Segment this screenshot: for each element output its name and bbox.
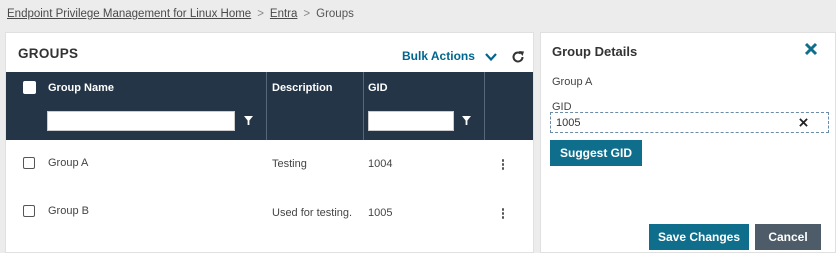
breadcrumb-separator: > — [257, 8, 264, 20]
breadcrumb-home-link[interactable]: Endpoint Privilege Management for Linux … — [7, 8, 251, 20]
breadcrumb-current: Groups — [316, 8, 354, 20]
kebab-icon[interactable] — [501, 208, 505, 220]
row-checkbox[interactable] — [23, 205, 35, 217]
clear-icon[interactable] — [799, 118, 808, 127]
groups-panel: GROUPS Bulk Actions Group Name Descripti… — [5, 32, 534, 253]
cancel-button[interactable]: Cancel — [755, 224, 821, 250]
gid-input[interactable] — [550, 112, 829, 133]
filter-icon[interactable] — [244, 116, 253, 125]
column-header-group-name[interactable]: Group Name — [48, 82, 114, 94]
column-divider — [484, 72, 485, 140]
column-divider — [266, 72, 267, 140]
breadcrumb-separator: > — [303, 8, 311, 20]
group-name-cell: Group A — [48, 157, 89, 169]
gid-cell: 1005 — [368, 207, 393, 219]
kebab-icon[interactable] — [501, 159, 505, 171]
select-all-checkbox[interactable] — [23, 81, 36, 94]
group-name-value: Group A — [552, 76, 593, 88]
page-title: GROUPS — [18, 46, 79, 61]
description-cell: Used for testing. — [272, 207, 353, 219]
close-icon[interactable] — [804, 42, 818, 56]
save-changes-button[interactable]: Save Changes — [649, 224, 749, 250]
chevron-down-icon[interactable] — [485, 52, 497, 62]
breadcrumb: Endpoint Privilege Management for Linux … — [7, 8, 354, 20]
gid-cell: 1004 — [368, 158, 393, 170]
row-checkbox[interactable] — [23, 157, 35, 169]
group-name-cell: Group B — [48, 205, 89, 217]
column-header-gid[interactable]: GID — [368, 82, 388, 94]
suggest-gid-button[interactable]: Suggest GID — [550, 140, 642, 166]
description-cell: Testing — [272, 158, 307, 170]
details-title: Group Details — [552, 44, 638, 59]
group-details-panel: Group Details Group A GID Suggest GID Sa… — [540, 32, 836, 253]
bulk-actions-button[interactable]: Bulk Actions — [402, 49, 475, 63]
table-row[interactable]: Group A Testing 1004 — [6, 140, 533, 188]
breadcrumb-entra-link[interactable]: Entra — [270, 8, 298, 20]
gid-filter-input[interactable] — [368, 111, 454, 131]
filter-icon[interactable] — [462, 116, 471, 125]
group-name-filter-input[interactable] — [47, 111, 235, 131]
column-divider — [363, 72, 364, 140]
column-header-description[interactable]: Description — [272, 82, 333, 94]
refresh-icon[interactable] — [511, 50, 525, 64]
table-row[interactable]: Group B Used for testing. 1005 — [6, 188, 533, 236]
grid-header: Group Name Description GID — [6, 72, 533, 140]
